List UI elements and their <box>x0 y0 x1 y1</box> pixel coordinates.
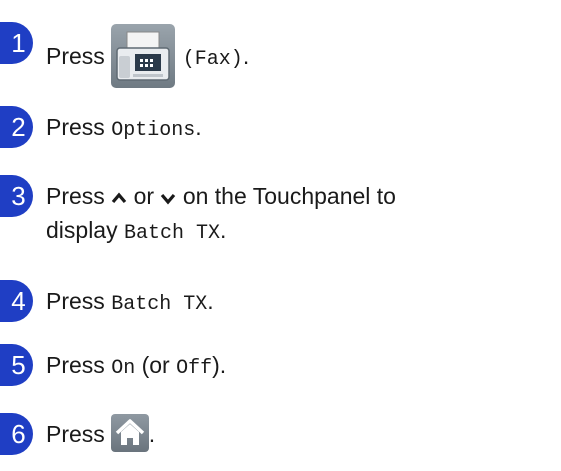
chevron-up-icon <box>111 192 127 203</box>
step-number: 6 <box>0 413 33 455</box>
step-text: Press . <box>46 414 156 455</box>
step-number: 5 <box>0 344 33 386</box>
step-text: Press (Fax). <box>46 24 250 90</box>
step-punct: . <box>207 288 214 314</box>
step-word: or <box>133 183 155 209</box>
step-punct: . <box>220 217 227 243</box>
step-word: (or <box>141 352 170 378</box>
step-punct: . <box>148 421 156 448</box>
step-number: 4 <box>0 280 33 322</box>
step-word: Press <box>46 183 105 209</box>
step-word: Press <box>46 43 105 70</box>
code-batch-tx: Batch TX <box>111 293 208 316</box>
step-text: Press Batch TX. <box>46 284 214 322</box>
code-fax: (Fax) <box>182 48 243 72</box>
step-word: Press <box>46 288 105 314</box>
step-text: Press On (or Off). <box>46 348 226 386</box>
step-word: Press <box>46 352 105 378</box>
step-number: 3 <box>0 175 33 217</box>
code-on: On <box>111 357 136 380</box>
step-word: Press <box>46 114 105 140</box>
chevron-down-icon <box>161 193 176 205</box>
step-word: display <box>46 217 118 243</box>
code-options: Options <box>111 119 196 142</box>
step-number: 1 <box>0 22 33 64</box>
step-punct: . <box>195 114 202 140</box>
code-batch-tx: Batch TX <box>124 222 221 245</box>
step-word: Press <box>46 421 105 448</box>
home-icon <box>115 419 144 445</box>
step-punct: . <box>242 43 250 70</box>
fax-button <box>110 24 175 88</box>
step-text: Press Options. <box>46 110 202 148</box>
step-punct: ). <box>212 352 227 378</box>
step-text: Press or on the Touchpanel to display Ba… <box>46 179 396 251</box>
step-word: on the Touchpanel to <box>182 183 396 209</box>
step-number: 2 <box>0 106 33 148</box>
code-off: Off <box>176 357 213 380</box>
home-button <box>110 414 149 452</box>
fax-machine-icon <box>116 31 170 81</box>
